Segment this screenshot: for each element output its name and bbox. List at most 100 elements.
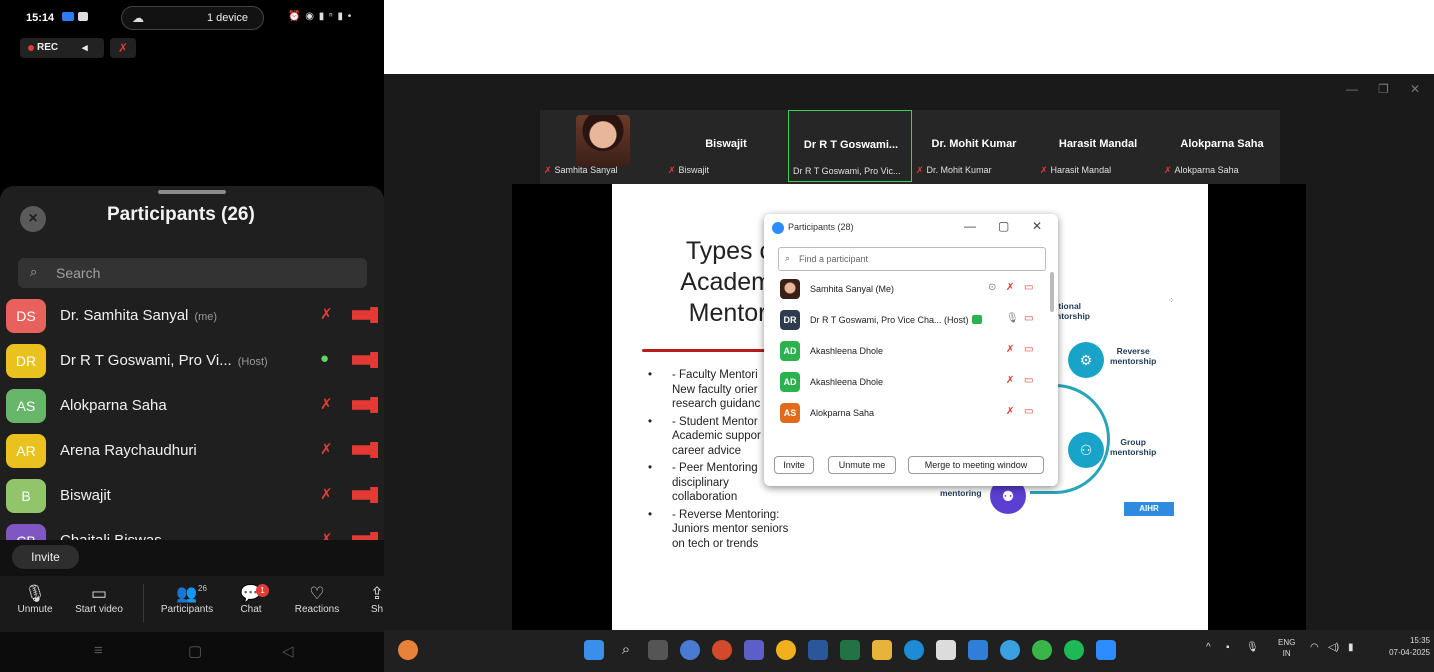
app-icon[interactable] — [1032, 640, 1052, 660]
find-participant-input[interactable] — [799, 252, 1039, 266]
app-icon[interactable] — [968, 640, 988, 660]
video-tile[interactable]: Biswajit ✗ Biswajit — [664, 110, 788, 182]
language-indicator[interactable]: ENG IN — [1278, 637, 1295, 659]
spotify-icon[interactable] — [1064, 640, 1084, 660]
video-off-icon[interactable] — [352, 487, 378, 503]
video-tile[interactable]: ✗ Samhita Sanyal — [540, 110, 664, 182]
video-off-icon[interactable] — [352, 352, 378, 368]
mic-muted-icon[interactable]: ✗ — [1006, 344, 1014, 355]
video-off-icon[interactable]: ▭ — [1024, 282, 1033, 293]
mic-muted-icon[interactable]: ✗ — [320, 305, 333, 323]
maximize-icon[interactable]: ▢ — [998, 219, 1009, 233]
battery-icon[interactable]: ▮ — [1348, 642, 1354, 653]
word-icon[interactable] — [808, 640, 828, 660]
participant-row[interactable]: Samhita Sanyal (Me) ⊙ ✗ ▭ — [764, 274, 1050, 305]
start-video-button[interactable]: ▭ Start video — [64, 584, 134, 615]
participant-row[interactable]: CB Chaitali Biswas ✗ — [0, 519, 384, 540]
video-tile[interactable]: Alokparna Saha ✗ Alokparna Saha — [1160, 110, 1284, 182]
close-panel-button[interactable]: × — [20, 206, 46, 232]
file-explorer-icon[interactable] — [872, 640, 892, 660]
unmute-button[interactable]: 🎙 Unmute — [0, 584, 70, 615]
minimize-icon[interactable]: — — [964, 219, 976, 233]
task-view-icon[interactable] — [648, 640, 668, 660]
edge-icon[interactable] — [904, 640, 924, 660]
volume-icon[interactable]: ◁) — [1328, 642, 1339, 653]
participant-row[interactable]: AR Arena Raychaudhuri ✗ — [0, 429, 384, 473]
avatar: DR — [780, 310, 800, 330]
video-tile[interactable]: Dr. Mohit Kumar ✗ Dr. Mohit Kumar — [912, 110, 1036, 182]
video-off-icon[interactable] — [352, 397, 378, 413]
merge-to-meeting-window-button[interactable]: Merge to meeting window — [908, 456, 1044, 474]
mic-muted-icon[interactable]: ✗ — [320, 395, 333, 413]
screenshot-root: 15:14 ☁ 1 device ⏰ ◉ ▮ ⁿ ▮ • REC ◂ ✗ × P… — [0, 0, 1434, 672]
mic-muted-icon[interactable]: ✗ — [320, 530, 333, 540]
weather-widget-icon[interactable] — [398, 640, 418, 660]
video-off-icon[interactable]: ▭ — [1024, 406, 1033, 417]
chat-badge: 1 — [256, 584, 269, 597]
participant-row[interactable]: B Biswajit ✗ — [0, 474, 384, 518]
participant-row[interactable]: DR Dr R T Goswami, Pro Vi... (Host) ● — [0, 339, 384, 383]
microphone-icon[interactable]: 🎙 — [1246, 642, 1259, 653]
video-off-icon[interactable]: ▭ — [1024, 344, 1033, 355]
tray-app-icon[interactable]: ▪ — [1226, 642, 1230, 653]
mic-on-icon[interactable]: ● — [320, 350, 329, 367]
video-off-icon[interactable] — [352, 307, 378, 323]
participants-count: 26 — [198, 584, 207, 593]
chevron-up-icon[interactable]: ^ — [1206, 642, 1211, 653]
video-tile-active-speaker[interactable]: Dr R T Goswami... Dr R T Goswami, Pro Vi… — [788, 110, 912, 182]
mic-muted-icon[interactable]: ✗ — [1006, 406, 1014, 417]
close-icon[interactable]: ✕ — [1032, 219, 1042, 233]
tile-name: Dr R T Goswami... — [803, 139, 899, 151]
recording-indicator[interactable]: REC ◂ — [20, 38, 104, 58]
video-off-icon[interactable]: ▭ — [1024, 375, 1033, 386]
zoom-icon[interactable] — [1096, 640, 1116, 660]
participant-row[interactable]: AD Akashleena Dhole ✗ ▭ — [764, 336, 1050, 367]
teams-icon[interactable] — [744, 640, 764, 660]
participant-row[interactable]: AD Akashleena Dhole ✗ ▭ — [764, 367, 1050, 398]
video-tile[interactable]: Harasit Mandal ✗ Harasit Mandal — [1036, 110, 1160, 182]
chat-button[interactable]: 💬 1 Chat — [216, 584, 286, 615]
scrollbar[interactable] — [1050, 272, 1054, 312]
start-menu-icon[interactable] — [584, 640, 604, 660]
menu-nav-icon[interactable]: ≡ — [94, 642, 103, 659]
participant-search[interactable]: ⌕ — [18, 258, 367, 288]
close-icon[interactable]: ✕ — [1410, 82, 1420, 96]
store-icon[interactable] — [936, 640, 956, 660]
search-icon[interactable]: ⌕ — [616, 640, 636, 660]
chrome-icon[interactable] — [776, 640, 796, 660]
mic-muted-icon[interactable]: ✗ — [1006, 375, 1014, 386]
mic-muted-icon[interactable]: ✗ — [320, 485, 333, 503]
maximize-icon[interactable]: ❐ — [1378, 82, 1389, 96]
mic-muted-icon[interactable]: ✗ — [320, 440, 333, 458]
invite-button[interactable]: Invite — [774, 456, 814, 474]
home-nav-icon[interactable]: ▢ — [188, 642, 202, 660]
powerpoint-icon[interactable] — [712, 640, 732, 660]
video-off-icon[interactable] — [352, 442, 378, 458]
participant-name: Akashleena Dhole — [810, 346, 884, 356]
participant-row[interactable]: AS Alokparna Saha ✗ — [0, 384, 384, 428]
participant-row[interactable]: DS Dr. Samhita Sanyal (me) ✗ — [0, 294, 384, 338]
copilot-icon[interactable] — [680, 640, 700, 660]
mic-muted-icon[interactable]: ✗ — [110, 38, 136, 58]
share-button[interactable]: ⇪ Sh — [342, 584, 384, 615]
video-off-icon[interactable]: ▭ — [1024, 313, 1033, 324]
wifi-icon[interactable]: ◠ — [1310, 642, 1319, 653]
mic-on-icon[interactable]: 🎙 — [1006, 313, 1019, 324]
invite-button[interactable]: Invite — [12, 545, 79, 569]
video-off-icon[interactable] — [352, 532, 378, 540]
drag-handle[interactable] — [158, 190, 226, 194]
taskbar-clock[interactable]: 15:35 07-04-2025 — [1374, 635, 1430, 659]
android-nav-bar: ≡ ▢ ◁ — [0, 632, 384, 672]
back-nav-icon[interactable]: ◁ — [282, 642, 294, 660]
device-connection-pill[interactable]: ☁ 1 device — [121, 6, 264, 30]
participant-row[interactable]: AS Alokparna Saha ✗ ▭ — [764, 398, 1050, 429]
mic-muted-icon[interactable]: ✗ — [1006, 282, 1014, 293]
app-icon[interactable] — [1000, 640, 1020, 660]
find-participant-search[interactable]: ⌕ — [778, 247, 1046, 271]
participants-button[interactable]: 👥 26 Participants — [152, 584, 222, 615]
minimize-icon[interactable]: — — [1346, 82, 1358, 96]
unmute-me-button[interactable]: Unmute me — [828, 456, 896, 474]
search-input[interactable] — [56, 264, 356, 282]
participant-row[interactable]: DR Dr R T Goswami, Pro Vice Cha... (Host… — [764, 305, 1050, 336]
excel-icon[interactable] — [840, 640, 860, 660]
